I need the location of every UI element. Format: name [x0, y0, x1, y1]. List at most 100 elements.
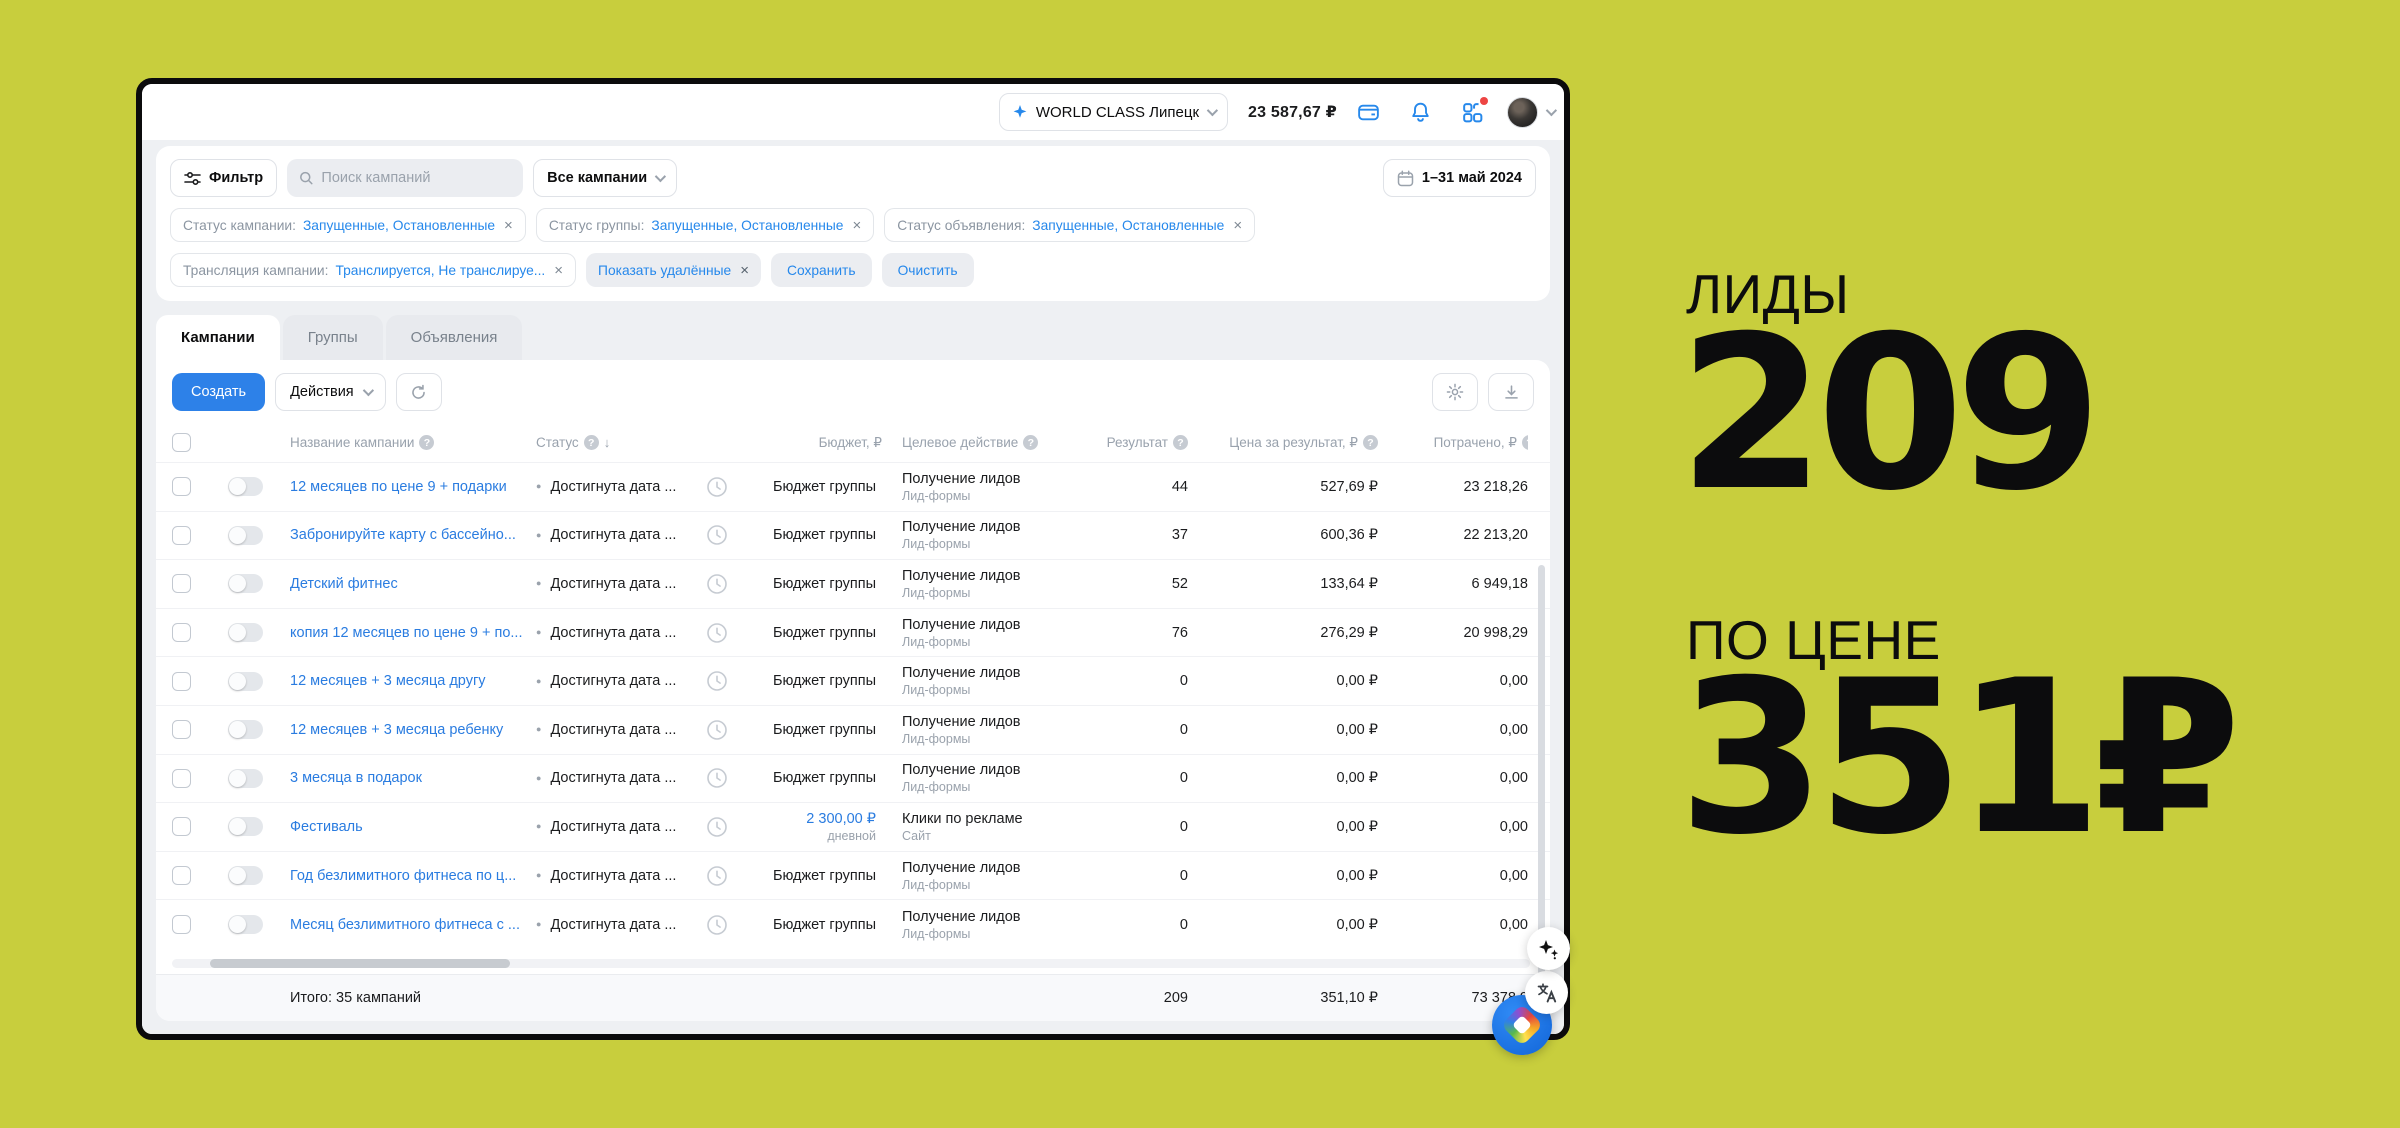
bell-icon[interactable]: [1407, 99, 1433, 125]
search-box[interactable]: [287, 159, 523, 197]
select-all-checkbox[interactable]: [172, 433, 191, 452]
row-toggle-switch[interactable]: [228, 915, 263, 934]
row-checkbox[interactable]: [172, 477, 191, 496]
budget-value[interactable]: Бюджет группы: [750, 868, 876, 884]
ai-assistant-button[interactable]: [1527, 927, 1570, 970]
row-checkbox[interactable]: [172, 526, 191, 545]
row-toggle-switch[interactable]: [228, 866, 263, 885]
filter-chip-ad-status[interactable]: Статус объявления: Запущенные, Остановле…: [884, 208, 1255, 242]
campaign-name-link[interactable]: 12 месяцев + 3 месяца другу: [290, 673, 536, 689]
campaign-scope-select[interactable]: Все кампании: [533, 159, 677, 197]
campaign-name-link[interactable]: Забронируйте карту с бассейно...: [290, 527, 536, 543]
avatar[interactable]: [1507, 97, 1538, 128]
row-toggle-switch[interactable]: [228, 574, 263, 593]
row-toggle-switch[interactable]: [228, 623, 263, 642]
row-toggle-switch[interactable]: [228, 672, 263, 691]
close-icon[interactable]: ×: [1233, 218, 1242, 233]
filter-chip-show-deleted[interactable]: Показать удалённые ×: [586, 253, 761, 287]
campaign-name-link[interactable]: 12 месяцев по цене 9 + подарки: [290, 479, 536, 495]
result-value: 44: [1080, 479, 1188, 495]
campaign-name-link[interactable]: Детский фитнес: [290, 576, 536, 592]
create-button[interactable]: Создать: [172, 373, 265, 411]
date-range-picker[interactable]: 1–31 май 2024: [1383, 159, 1536, 197]
search-input[interactable]: [321, 170, 511, 186]
tab-groups[interactable]: Группы: [283, 315, 383, 360]
export-button[interactable]: [1488, 373, 1534, 411]
status-dot-icon: ●: [536, 628, 541, 637]
row-toggle-switch[interactable]: [228, 720, 263, 739]
budget-value[interactable]: Бюджет группы: [750, 479, 876, 495]
schedule-clock-icon[interactable]: [706, 865, 750, 887]
budget-value[interactable]: 2 300,00 ₽: [750, 811, 876, 827]
row-checkbox[interactable]: [172, 574, 191, 593]
schedule-clock-icon[interactable]: [706, 476, 750, 498]
goal-title: Получение лидов: [902, 471, 1080, 487]
settings-button[interactable]: [1432, 373, 1478, 411]
close-icon[interactable]: ×: [504, 218, 513, 233]
schedule-clock-icon[interactable]: [706, 719, 750, 741]
status-text: Достигнута дата ...: [550, 868, 676, 884]
row-toggle-switch[interactable]: [228, 477, 263, 496]
budget-value[interactable]: Бюджет группы: [750, 722, 876, 738]
help-icon[interactable]: ?: [584, 435, 599, 450]
close-icon[interactable]: ×: [554, 263, 563, 278]
clear-filters-button[interactable]: Очистить: [882, 253, 974, 287]
campaign-name-link[interactable]: 3 месяца в подарок: [290, 770, 536, 786]
budget-value[interactable]: Бюджет группы: [750, 527, 876, 543]
help-icon[interactable]: ?: [1363, 435, 1378, 450]
budget-value[interactable]: Бюджет группы: [750, 673, 876, 689]
refresh-button[interactable]: [396, 373, 442, 411]
horizontal-scrollbar-thumb[interactable]: [210, 959, 510, 968]
row-toggle-switch[interactable]: [228, 817, 263, 836]
row-checkbox[interactable]: [172, 817, 191, 836]
result-value: 0: [1080, 917, 1188, 933]
wallet-icon[interactable]: [1355, 99, 1381, 125]
row-checkbox[interactable]: [172, 866, 191, 885]
budget-value[interactable]: Бюджет группы: [750, 625, 876, 641]
schedule-clock-icon[interactable]: [706, 524, 750, 546]
campaign-name-link[interactable]: Год безлимитного фитнеса по ц...: [290, 868, 536, 884]
schedule-clock-icon[interactable]: [706, 622, 750, 644]
tab-ads[interactable]: Объявления: [386, 315, 523, 360]
schedule-clock-icon[interactable]: [706, 914, 750, 936]
row-checkbox[interactable]: [172, 769, 191, 788]
filter-button[interactable]: Фильтр: [170, 159, 277, 197]
campaign-name-link[interactable]: Фестиваль: [290, 819, 536, 835]
tab-campaigns[interactable]: Кампании: [156, 315, 280, 360]
schedule-clock-icon[interactable]: [706, 670, 750, 692]
close-icon[interactable]: ×: [740, 263, 749, 278]
schedule-clock-icon[interactable]: [706, 816, 750, 838]
save-filters-button[interactable]: Сохранить: [771, 253, 872, 287]
row-toggle-switch[interactable]: [228, 526, 263, 545]
campaign-name-link[interactable]: 12 месяцев + 3 месяца ребенку: [290, 722, 536, 738]
header-status[interactable]: Статус ? ↓: [536, 435, 706, 450]
row-checkbox[interactable]: [172, 623, 191, 642]
filter-chip-campaign-status[interactable]: Статус кампании: Запущенные, Остановленн…: [170, 208, 526, 242]
account-switcher[interactable]: WORLD CLASS Липецк: [999, 93, 1228, 131]
budget-value[interactable]: Бюджет группы: [750, 770, 876, 786]
filter-chip-group-status[interactable]: Статус группы: Запущенные, Остановленные…: [536, 208, 874, 242]
campaign-name-link[interactable]: Месяц безлимитного фитнеса с ...: [290, 917, 536, 933]
help-icon[interactable]: ?: [1023, 435, 1038, 450]
schedule-clock-icon[interactable]: [706, 767, 750, 789]
row-checkbox[interactable]: [172, 672, 191, 691]
budget-value[interactable]: Бюджет группы: [750, 576, 876, 592]
row-checkbox[interactable]: [172, 720, 191, 739]
help-icon[interactable]: ?: [1173, 435, 1188, 450]
row-toggle-switch[interactable]: [228, 769, 263, 788]
apps-grid-icon[interactable]: [1459, 99, 1485, 125]
table-body: 12 месяцев по цене 9 + подарки ● Достигн…: [156, 463, 1550, 949]
help-icon[interactable]: ?: [419, 435, 434, 450]
chevron-down-icon[interactable]: [1546, 105, 1557, 116]
close-icon[interactable]: ×: [852, 218, 861, 233]
row-checkbox[interactable]: [172, 915, 191, 934]
help-icon[interactable]: ?: [1522, 435, 1528, 450]
schedule-clock-icon[interactable]: [706, 573, 750, 595]
actions-button[interactable]: Действия: [275, 373, 386, 411]
vertical-scrollbar-thumb[interactable]: [1538, 565, 1545, 990]
translate-button[interactable]: [1525, 971, 1568, 1014]
filter-chip-broadcast[interactable]: Трансляция кампании: Транслируется, Не т…: [170, 253, 576, 287]
campaign-name-link[interactable]: копия 12 месяцев по цене 9 + по...: [290, 625, 536, 641]
horizontal-scrollbar-track[interactable]: [172, 959, 1530, 968]
budget-value[interactable]: Бюджет группы: [750, 917, 876, 933]
